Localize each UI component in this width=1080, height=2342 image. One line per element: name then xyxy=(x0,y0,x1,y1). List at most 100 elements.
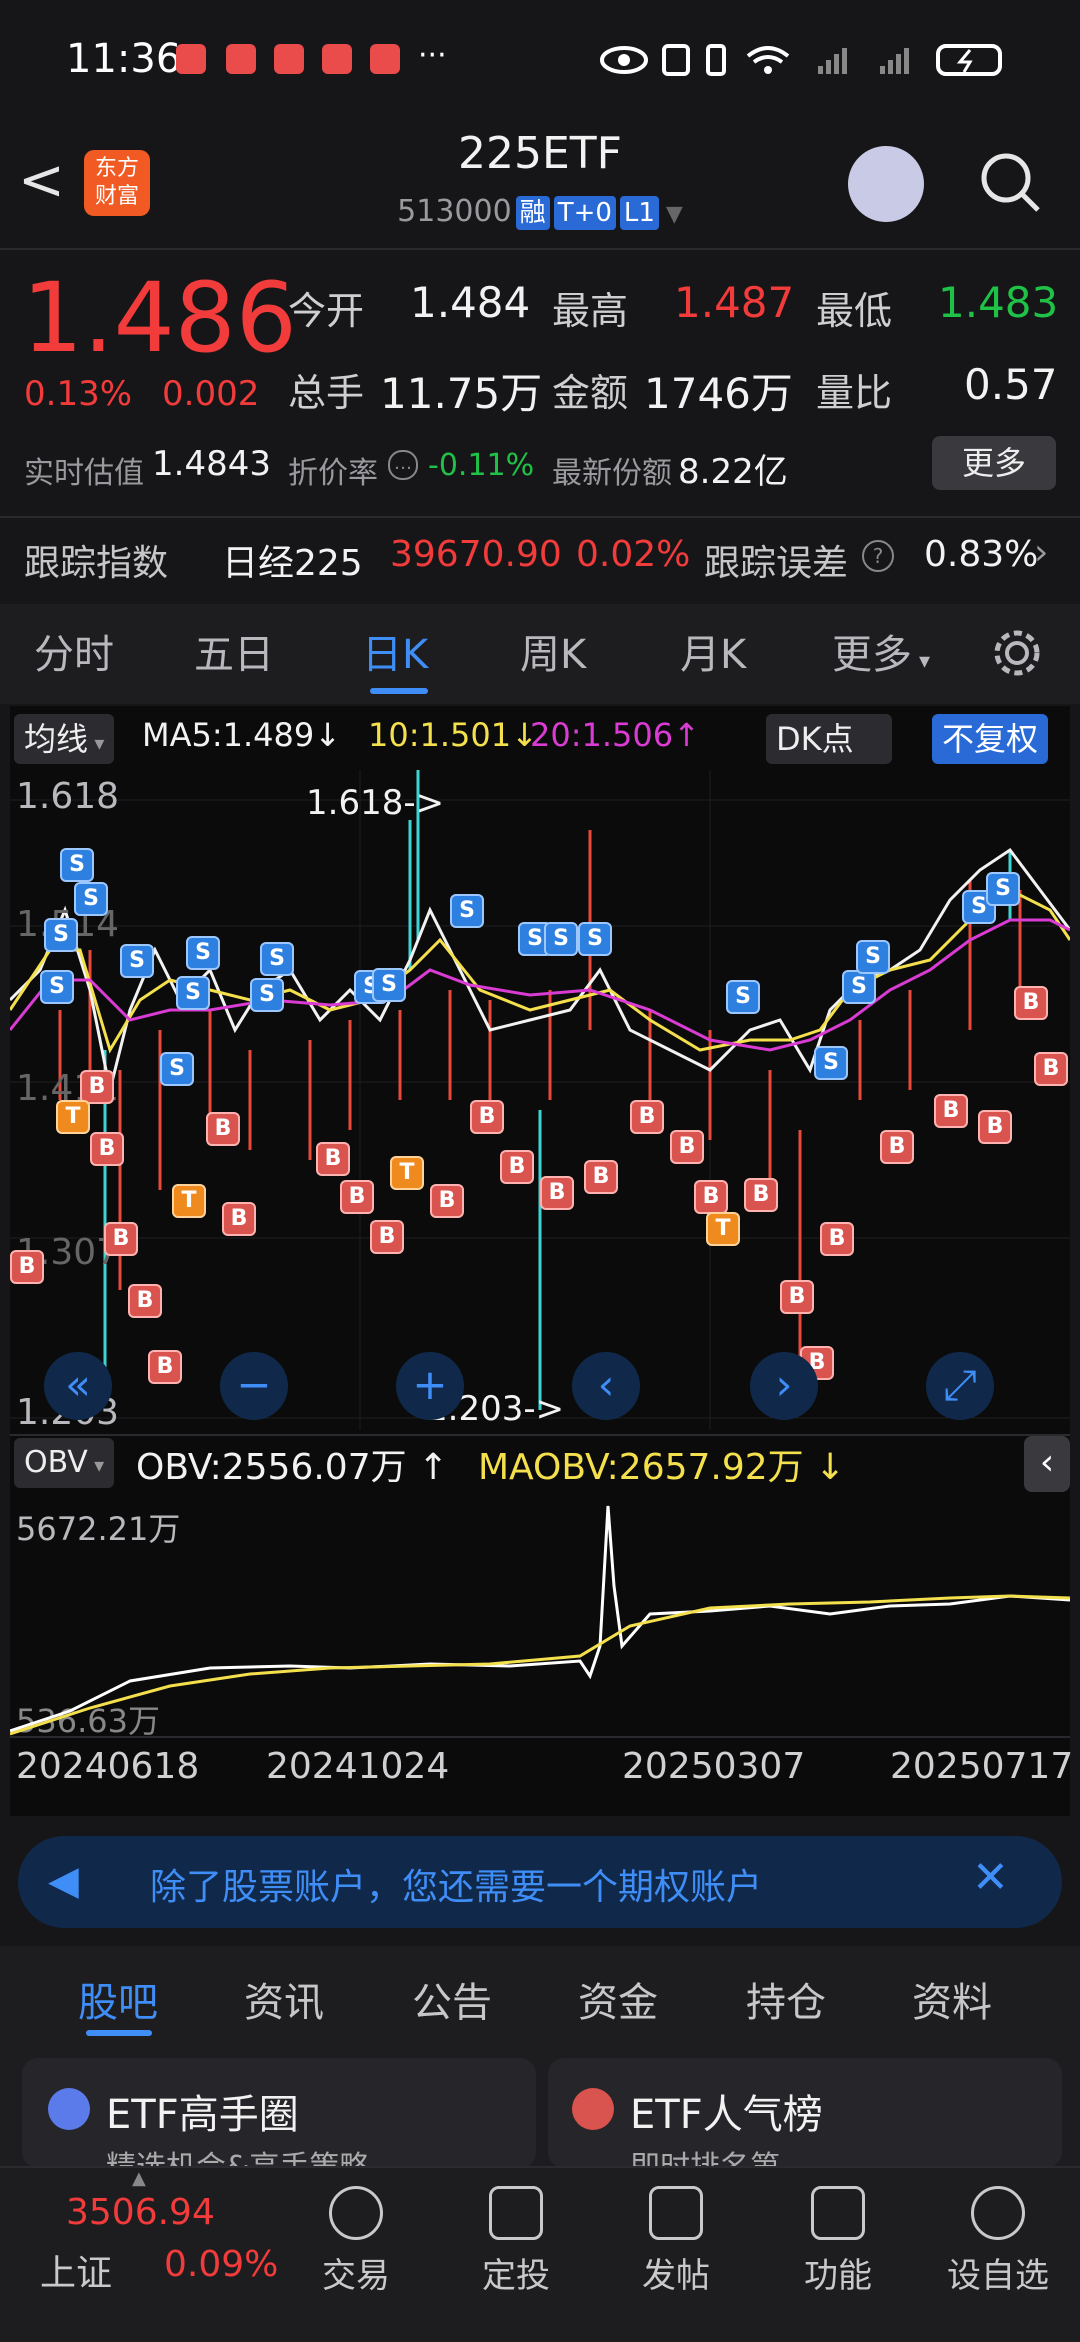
sell-signal-icon: S xyxy=(40,970,74,1004)
buy-signal-icon: B xyxy=(584,1160,618,1194)
index-value[interactable]: 3506.94 xyxy=(66,2192,215,2233)
sell-signal-icon: S xyxy=(120,944,154,978)
help-icon[interactable]: ? xyxy=(862,540,894,572)
buy-signal-icon: B xyxy=(744,1178,778,1212)
sell-signal-icon: S xyxy=(544,922,578,956)
chart-frame-icon xyxy=(489,2186,543,2240)
sell-signal-icon: S xyxy=(986,872,1020,906)
divider xyxy=(10,1434,1070,1436)
app-notification-icon xyxy=(274,44,304,74)
t-signal-icon: T xyxy=(56,1100,90,1134)
buy-signal-icon: B xyxy=(500,1150,534,1184)
axis-line xyxy=(10,1736,1070,1738)
tab-daily-k[interactable]: 日K xyxy=(362,622,428,680)
ma20-value: 20:1.506 xyxy=(530,716,674,754)
info-icon[interactable]: … xyxy=(388,450,418,480)
subtab-news[interactable]: 资讯 xyxy=(244,1970,324,2028)
tracking-error-label: 跟踪误差 xyxy=(704,543,849,584)
scroll-right-icon[interactable]: › xyxy=(750,1352,818,1420)
nav-functions[interactable]: 功能 xyxy=(778,2168,898,2297)
subtab-profile[interactable]: 资料 xyxy=(912,1970,992,2028)
tab-more[interactable]: 更多 ▾ xyxy=(832,622,930,680)
low-value: 1.483 xyxy=(938,278,1059,327)
sell-signal-icon: S xyxy=(160,1052,194,1086)
chart-icon xyxy=(572,2088,614,2130)
nav-label: 发帖 xyxy=(642,2256,710,2296)
ratio-label: 量比 xyxy=(816,371,893,415)
subtab-forum[interactable]: 股吧 xyxy=(78,1970,158,2028)
buy-signal-icon: B xyxy=(340,1180,374,1214)
buy-signal-icon: B xyxy=(694,1180,728,1214)
maobv-value: MAOBV:2657.92万 xyxy=(478,1447,804,1488)
buy-signal-icon: B xyxy=(90,1132,124,1166)
tracking-index-pct: 0.02% xyxy=(576,534,691,575)
etf-experts-card[interactable]: ETF高手圈 精选机会&高手策略 xyxy=(22,2058,536,2168)
promo-banner[interactable]: ◀ 除了股票账户，您还需要一个期权账户 ✕ xyxy=(18,1836,1062,1928)
sell-signal-icon: S xyxy=(372,968,406,1002)
etf-popularity-card[interactable]: ETF人气榜 即时排名第 xyxy=(548,2058,1062,2168)
card-title: ETF人气榜 xyxy=(630,2092,823,2138)
ma10-value: 10:1.501 xyxy=(368,716,512,754)
zoom-in-icon[interactable]: + xyxy=(396,1352,464,1420)
estimate-label: 实时估值 xyxy=(24,456,144,491)
discount-value: -0.11% xyxy=(428,448,535,483)
subtab-announcements[interactable]: 公告 xyxy=(412,1970,492,2028)
volume-value: 11.75万 xyxy=(380,369,543,418)
index-pct: 0.09% xyxy=(164,2244,279,2285)
nav-label: 定投 xyxy=(482,2256,550,2296)
ma-selector[interactable]: 均线 ▾ xyxy=(14,714,115,764)
stock-code: 513000 xyxy=(397,194,512,229)
settings-gear-icon[interactable] xyxy=(990,626,1044,680)
nav-add-watchlist[interactable]: 设自选 xyxy=(938,2168,1058,2297)
app-notification-icon xyxy=(176,44,206,74)
low-label: 最低 xyxy=(816,289,893,333)
scroll-left-icon[interactable]: ‹ xyxy=(572,1352,640,1420)
nav-label: 功能 xyxy=(804,2256,872,2296)
t-signal-icon: T xyxy=(172,1184,206,1218)
dk-point-button[interactable]: DK点 xyxy=(766,714,892,764)
scroll-left-fast-icon[interactable]: « xyxy=(44,1352,112,1420)
tracking-index-value: 39670.90 xyxy=(390,534,562,575)
obv-selector[interactable]: OBV ▾ xyxy=(14,1438,115,1488)
card-subtitle: 精选机会&高手策略 xyxy=(106,2150,370,2168)
sell-signal-icon: S xyxy=(44,918,78,952)
collapse-panel-icon[interactable]: ‹ xyxy=(1024,1436,1070,1492)
buy-signal-icon: B xyxy=(128,1284,162,1318)
sell-signal-icon: S xyxy=(726,980,760,1014)
tracking-row[interactable]: 跟踪指数 日经225 39670.90 0.02% 跟踪误差 ? 0.83% › xyxy=(0,518,1080,602)
adjust-button[interactable]: 不复权 xyxy=(932,714,1049,764)
zoom-out-icon[interactable]: − xyxy=(220,1352,288,1420)
tab-five-day[interactable]: 五日 xyxy=(194,622,274,680)
open-value: 1.484 xyxy=(410,278,531,327)
index-name: 上证 xyxy=(40,2253,113,2294)
buy-signal-icon: B xyxy=(934,1094,968,1128)
subtab-funds[interactable]: 资金 xyxy=(578,1970,658,2028)
tracking-label: 跟踪指数 xyxy=(24,543,169,584)
obv-value: OBV:2556.07万 xyxy=(136,1447,407,1488)
tab-monthly-k[interactable]: 月K xyxy=(680,622,746,680)
sell-signal-icon: S xyxy=(578,922,612,956)
ma-selector-label: 均线 xyxy=(24,720,89,758)
nav-invest[interactable]: 定投 xyxy=(456,2168,576,2297)
fullscreen-icon[interactable]: ⤢ xyxy=(926,1352,994,1420)
nav-trade[interactable]: 交易 xyxy=(296,2168,416,2297)
robot-assistant-icon[interactable] xyxy=(848,146,924,222)
app-notification-icon xyxy=(370,44,400,74)
ma20-legend: 20:1.506↑ xyxy=(530,716,700,754)
more-button[interactable]: 更多 xyxy=(932,436,1056,490)
sell-signal-icon: S xyxy=(260,942,294,976)
sell-signal-icon: S xyxy=(60,848,94,882)
close-icon[interactable]: ✕ xyxy=(972,1852,1009,1903)
buy-signal-icon: B xyxy=(206,1112,240,1146)
buy-signal-icon: B xyxy=(1034,1052,1068,1086)
tab-intraday[interactable]: 分时 xyxy=(34,622,114,680)
search-icon[interactable] xyxy=(978,150,1044,216)
subtab-holdings[interactable]: 持仓 xyxy=(746,1970,826,2028)
nav-post[interactable]: 发帖 xyxy=(616,2168,736,2297)
shares-value: 8.22亿 xyxy=(678,452,788,492)
tab-weekly-k[interactable]: 周K xyxy=(520,622,586,680)
buy-signal-icon: B xyxy=(978,1110,1012,1144)
buy-signal-icon: B xyxy=(820,1222,854,1256)
t0-tag: T+0 xyxy=(553,196,616,230)
change-abs: 0.002 xyxy=(162,374,260,414)
